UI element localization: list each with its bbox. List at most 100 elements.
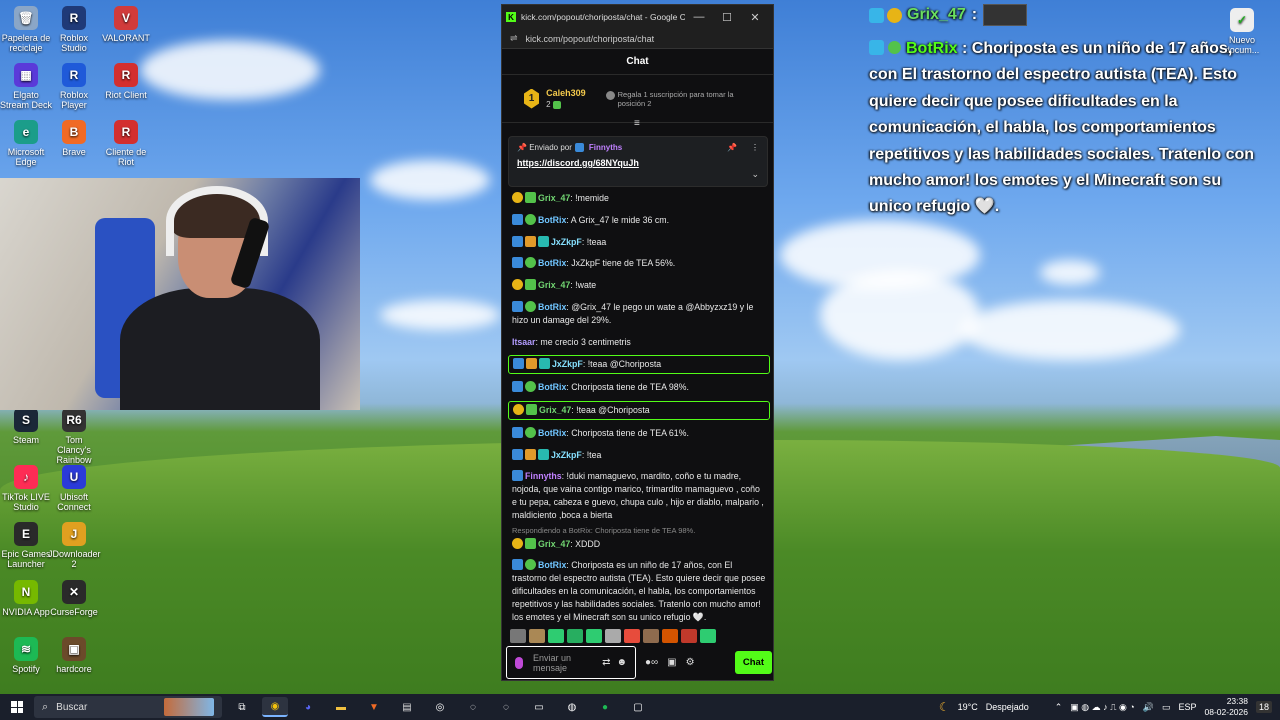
maximize-button[interactable]: ☐ (713, 11, 741, 24)
emote-icon[interactable] (548, 629, 564, 643)
chat-username[interactable]: Finnyths (525, 471, 562, 481)
desktop-icon[interactable]: ≋ Spotify (0, 637, 52, 674)
emote-icon[interactable] (605, 629, 621, 643)
chat-message[interactable]: BotRix: A Grix_47 le mide 36 cm. (508, 212, 770, 229)
gift-box-icon[interactable]: ▣ (667, 657, 676, 668)
desktop-icon[interactable]: R Riot Client (100, 63, 152, 100)
emoji-icon[interactable]: ☻ (616, 657, 627, 668)
desktop-icon[interactable]: V VALORANT (100, 6, 152, 43)
desktop-icon[interactable]: ♪ TikTok LIVE Studio (0, 465, 52, 512)
desktop-icon[interactable]: e Microsoft Edge (0, 120, 52, 167)
desktop-icon[interactable]: S Steam (0, 408, 52, 445)
language-indicator[interactable]: ESP (1178, 702, 1196, 712)
desktop-icon[interactable]: N NVIDIA App (0, 580, 52, 617)
gift-sub-prompt[interactable]: Regala 1 suscripción para tomar la posic… (605, 90, 751, 108)
emote-icon[interactable] (510, 629, 526, 643)
chat-username[interactable]: Grix_47 (538, 539, 570, 549)
emote-icon[interactable] (529, 629, 545, 643)
clock[interactable]: 23:38 08-02-2026 (1205, 696, 1248, 718)
chat-username[interactable]: JxZkpF (551, 237, 582, 247)
desktop-icon[interactable]: E Epic Games Launcher (0, 522, 52, 569)
desktop-icon[interactable]: J JDownloader 2 (48, 522, 101, 569)
riot-icon[interactable]: ◍ (559, 697, 585, 717)
chat-message[interactable]: Grix_47: !teaa @Choriposta (508, 400, 770, 420)
chat-username[interactable]: BotRix (538, 302, 566, 312)
desktop-icon[interactable]: ▦ Elgato Stream Deck (0, 63, 52, 110)
chat-message[interactable]: BotRix: Choriposta es un niño de 17 años… (508, 557, 770, 625)
brave-icon[interactable]: ▼ (361, 697, 387, 717)
desktop-icon[interactable]: B Brave (48, 120, 100, 157)
pinned-link[interactable]: https://discord.gg/68NYquJh (517, 158, 759, 168)
chat-username[interactable]: Grix_47 (538, 280, 570, 290)
emote-icon[interactable] (643, 629, 659, 643)
app-icon[interactable]: ▢ (625, 697, 651, 717)
file-explorer-icon[interactable]: ▬ (328, 697, 354, 717)
spotify-icon[interactable]: ● (592, 697, 618, 717)
chat-message[interactable]: BotRix: Choriposta tiene de TEA 98%. (508, 379, 770, 396)
desktop-icon[interactable]: R Roblox Studio (48, 6, 100, 53)
site-settings-icon[interactable]: ⇌ (510, 33, 518, 44)
desktop-icon[interactable]: U Ubisoft Connect (48, 465, 100, 512)
network-icon[interactable]: ▭ (1162, 702, 1171, 713)
chat-username[interactable]: Grix_47 (538, 193, 570, 203)
store-icon[interactable]: ▤ (394, 697, 420, 717)
minimize-button[interactable]: — (685, 11, 713, 23)
chat-username[interactable]: BotRix (538, 258, 566, 268)
unpin-icon[interactable]: 📌 (727, 143, 737, 152)
emote-icon[interactable] (662, 629, 678, 643)
chat-message[interactable]: Grix_47: !wate (508, 277, 770, 294)
steam-icon-2[interactable]: ◌ (493, 697, 519, 717)
tray-icons[interactable]: ▣ ◍ ☁ ♪ ⎍ ◉ ◔ (1070, 702, 1134, 713)
chat-message[interactable]: JxZkpF: !teaa @Choriposta (508, 355, 770, 375)
chevron-down-icon[interactable]: ⌄ (751, 169, 759, 180)
game-icon[interactable]: ▭ (526, 697, 552, 717)
extensions-icon[interactable]: ●∞ (645, 657, 658, 668)
obs-icon[interactable]: ◎ (427, 697, 453, 717)
weather-icon[interactable]: ☾ (939, 700, 950, 714)
volume-icon[interactable]: 🔊 (1143, 702, 1154, 713)
emote-icon[interactable] (624, 629, 640, 643)
chat-input[interactable]: Enviar un mensaje ⇄ ☻ (506, 646, 636, 679)
reply-context[interactable]: Respondiendo a BotRix: Choriposta tiene … (512, 526, 770, 535)
discord-icon[interactable]: ◕ (295, 697, 321, 717)
emote-icon[interactable] (586, 629, 602, 643)
emote-icon[interactable] (567, 629, 583, 643)
desktop-icon[interactable]: R Cliente de Riot (100, 120, 152, 167)
chat-username[interactable]: JxZkpF (551, 450, 582, 460)
desktop-icon[interactable]: ▣ hardcore (48, 637, 100, 674)
chat-username[interactable]: BotRix (538, 215, 566, 225)
weather-temp[interactable]: 19°C (958, 702, 978, 712)
chat-message[interactable]: JxZkpF: !tea (508, 447, 770, 464)
scroll-menu-icon[interactable]: ≡ (634, 118, 640, 129)
steam-icon[interactable]: ◌ (460, 697, 486, 717)
desktop-icon[interactable]: R Roblox Player (48, 63, 100, 110)
chat-username[interactable]: Grix_47 (539, 405, 571, 415)
chat-message[interactable]: Grix_47: !memide (508, 190, 770, 207)
task-view-icon[interactable]: ⧉ (229, 697, 255, 717)
chat-message[interactable]: BotRix: JxZkpF tiene de TEA 56%. (508, 255, 770, 272)
chat-username[interactable]: BotRix (538, 428, 566, 438)
microphone-icon[interactable] (515, 656, 523, 669)
chat-message[interactable]: Itsaar: me crecio 3 centimetris (508, 334, 770, 351)
tray-overflow-icon[interactable]: ⌃ (1055, 702, 1063, 713)
emote-icon[interactable] (681, 629, 697, 643)
desktop-icon[interactable]: 🗑 Papelera de reciclaje (0, 6, 52, 53)
weather-desc[interactable]: Despejado (986, 702, 1029, 712)
chat-username[interactable]: JxZkpF (552, 359, 583, 369)
taskbar-search[interactable]: ⌕ Buscar (34, 696, 222, 718)
gear-icon[interactable]: ⚙ (686, 657, 695, 668)
leader-user[interactable]: Caleh309 (546, 88, 586, 98)
chat-username[interactable]: BotRix (538, 382, 566, 392)
desktop-icon[interactable]: ✕ CurseForge (48, 580, 100, 617)
send-chat-button[interactable]: Chat (734, 651, 772, 674)
address-bar[interactable]: ⇌ kick.com/popout/choriposta/chat (502, 29, 773, 49)
chat-message[interactable]: BotRix: Choriposta tiene de TEA 61%. (508, 425, 770, 442)
translate-icon[interactable]: ⇄ (602, 657, 610, 668)
chat-username[interactable]: Itsaar (512, 337, 535, 347)
pinned-user[interactable]: Finnyths (589, 143, 622, 152)
more-options-icon[interactable]: ⋮ (751, 143, 759, 152)
chat-message[interactable]: Finnyths: !duki mamaguevo, mardito, coño… (508, 468, 770, 523)
emote-icon[interactable] (700, 629, 716, 643)
chat-message[interactable]: BotRix: @Grix_47 le pego un wate a @Abby… (508, 299, 770, 329)
chrome-icon[interactable]: ◉ (262, 697, 288, 717)
